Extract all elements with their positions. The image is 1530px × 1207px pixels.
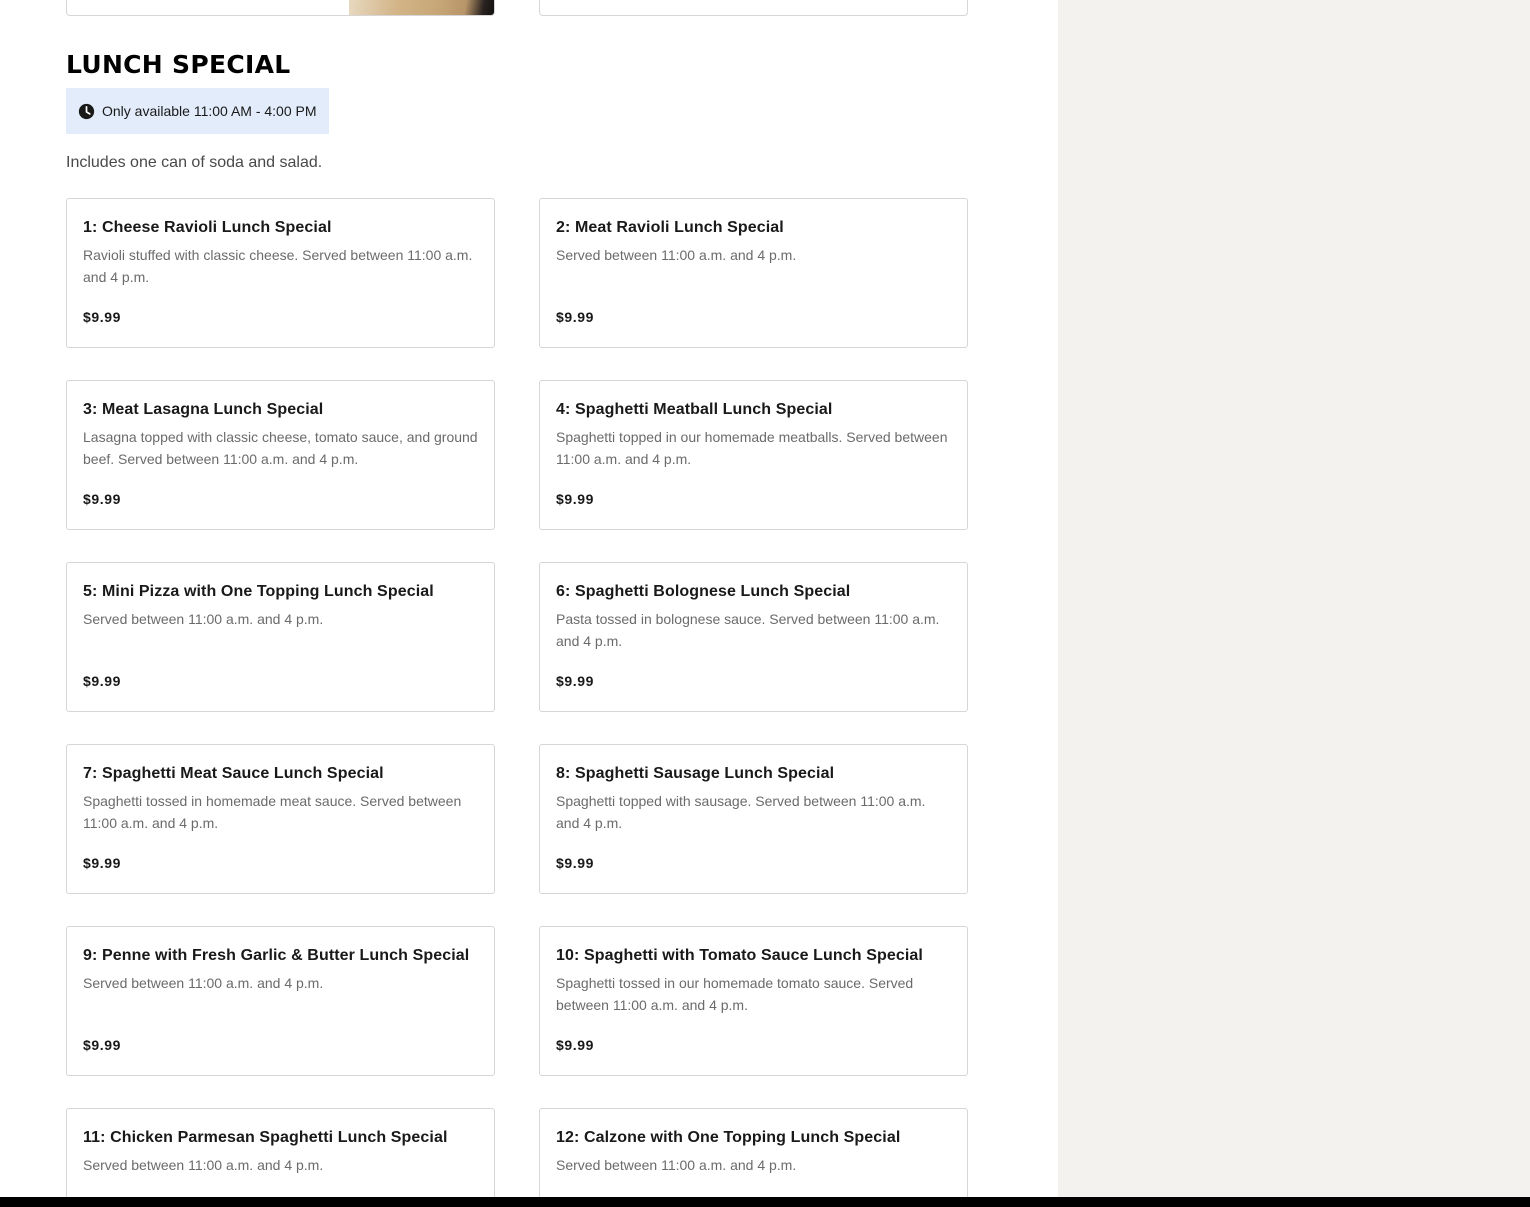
clock-icon [78, 103, 95, 119]
previous-menu-item-card[interactable] [539, 0, 968, 16]
previous-menu-item-card[interactable] [66, 0, 495, 16]
menu-item-price: $9.99 [83, 855, 122, 871]
menu-item-name: 4: Spaghetti Meatball Lunch Special [556, 401, 833, 418]
menu-item-description: Served between 11:00 a.m. and 4 p.m. [83, 975, 324, 991]
menu-item-name: 11: Chicken Parmesan Spaghetti Lunch Spe… [83, 1129, 448, 1146]
menu-item-price: $9.99 [556, 855, 595, 871]
menu-item-card[interactable]: 3: Meat Lasagna Lunch Special Lasagna to… [66, 380, 495, 530]
menu-item-card[interactable]: 9: Penne with Fresh Garlic & Butter Lunc… [66, 926, 495, 1076]
menu-item-card[interactable]: 2: Meat Ravioli Lunch Special Served bet… [539, 198, 968, 348]
menu-item-price: $9.99 [556, 673, 595, 689]
menu-item-name: 12: Calzone with One Topping Lunch Speci… [556, 1129, 901, 1146]
menu-item-price: $9.99 [83, 1037, 122, 1053]
menu-item-name: 5: Mini Pizza with One Topping Lunch Spe… [83, 583, 434, 600]
menu-item-description: Served between 11:00 a.m. and 4 p.m. [556, 1157, 797, 1173]
menu-item-card[interactable]: 11: Chicken Parmesan Spaghetti Lunch Spe… [66, 1108, 495, 1207]
menu-item-name: 8: Spaghetti Sausage Lunch Special [556, 765, 835, 782]
menu-item-description: Spaghetti topped with sausage. Served be… [556, 793, 926, 831]
availability-text: Only available 11:00 AM - 4:00 PM [102, 103, 317, 119]
menu-item-price: $9.99 [556, 491, 595, 507]
menu-item-price: $9.99 [83, 673, 122, 689]
menu-item-card[interactable]: 5: Mini Pizza with One Topping Lunch Spe… [66, 562, 495, 712]
menu-item-price: $9.99 [556, 309, 595, 325]
menu-item-description: Served between 11:00 a.m. and 4 p.m. [83, 611, 324, 627]
menu-item-name: 9: Penne with Fresh Garlic & Butter Lunc… [83, 947, 470, 964]
menu-item-card[interactable]: 1: Cheese Ravioli Lunch Special Ravioli … [66, 198, 495, 348]
menu-item-card[interactable]: 7: Spaghetti Meat Sauce Lunch Special Sp… [66, 744, 495, 894]
menu-item-price: $9.99 [556, 1037, 595, 1053]
menu-item-photo [349, 0, 494, 15]
menu-item-name: 1: Cheese Ravioli Lunch Special [83, 219, 332, 236]
menu-item-description: Pasta tossed in bolognese sauce. Served … [556, 611, 940, 649]
menu-item-card[interactable]: 4: Spaghetti Meatball Lunch Special Spag… [539, 380, 968, 530]
menu-item-name: 6: Spaghetti Bolognese Lunch Special [556, 583, 851, 600]
section-description: Includes one can of soda and salad. [66, 154, 323, 171]
menu-page: LUNCH SPECIAL Only available 11:00 AM - … [0, 0, 1530, 1207]
menu-item-name: 3: Meat Lasagna Lunch Special [83, 401, 324, 418]
menu-item-name: 7: Spaghetti Meat Sauce Lunch Special [83, 765, 384, 782]
lunch-special-section: LUNCH SPECIAL Only available 11:00 AM - … [66, 48, 968, 1207]
availability-badge: Only available 11:00 AM - 4:00 PM [66, 88, 329, 134]
menu-item-description: Spaghetti topped in our homemade meatbal… [556, 429, 948, 467]
menu-item-card[interactable]: 8: Spaghetti Sausage Lunch Special Spagh… [539, 744, 968, 894]
menu-item-description: Lasagna topped with classic cheese, toma… [83, 429, 478, 467]
menu-item-description: Served between 11:00 a.m. and 4 p.m. [83, 1157, 324, 1173]
menu-item-description: Spaghetti tossed in our homemade tomato … [556, 975, 914, 1013]
menu-item-name: 10: Spaghetti with Tomato Sauce Lunch Sp… [556, 947, 923, 964]
menu-item-description: Ravioli stuffed with classic cheese. Ser… [83, 247, 473, 285]
menu-item-card[interactable]: 6: Spaghetti Bolognese Lunch Special Pas… [539, 562, 968, 712]
menu-item-grid: 1: Cheese Ravioli Lunch Special Ravioli … [66, 198, 968, 1207]
menu-item-card[interactable]: 12: Calzone with One Topping Lunch Speci… [539, 1108, 968, 1207]
menu-item-price: $9.99 [83, 491, 122, 507]
menu-item-description: Served between 11:00 a.m. and 4 p.m. [556, 247, 797, 263]
section-title: LUNCH SPECIAL [66, 50, 291, 79]
menu-item-card[interactable]: 10: Spaghetti with Tomato Sauce Lunch Sp… [539, 926, 968, 1076]
menu-item-price: $9.99 [83, 309, 122, 325]
menu-item-description: Spaghetti tossed in homemade meat sauce.… [83, 793, 462, 831]
bottom-bar [0, 1197, 1530, 1207]
side-panel [1058, 0, 1530, 1207]
menu-item-name: 2: Meat Ravioli Lunch Special [556, 219, 784, 236]
